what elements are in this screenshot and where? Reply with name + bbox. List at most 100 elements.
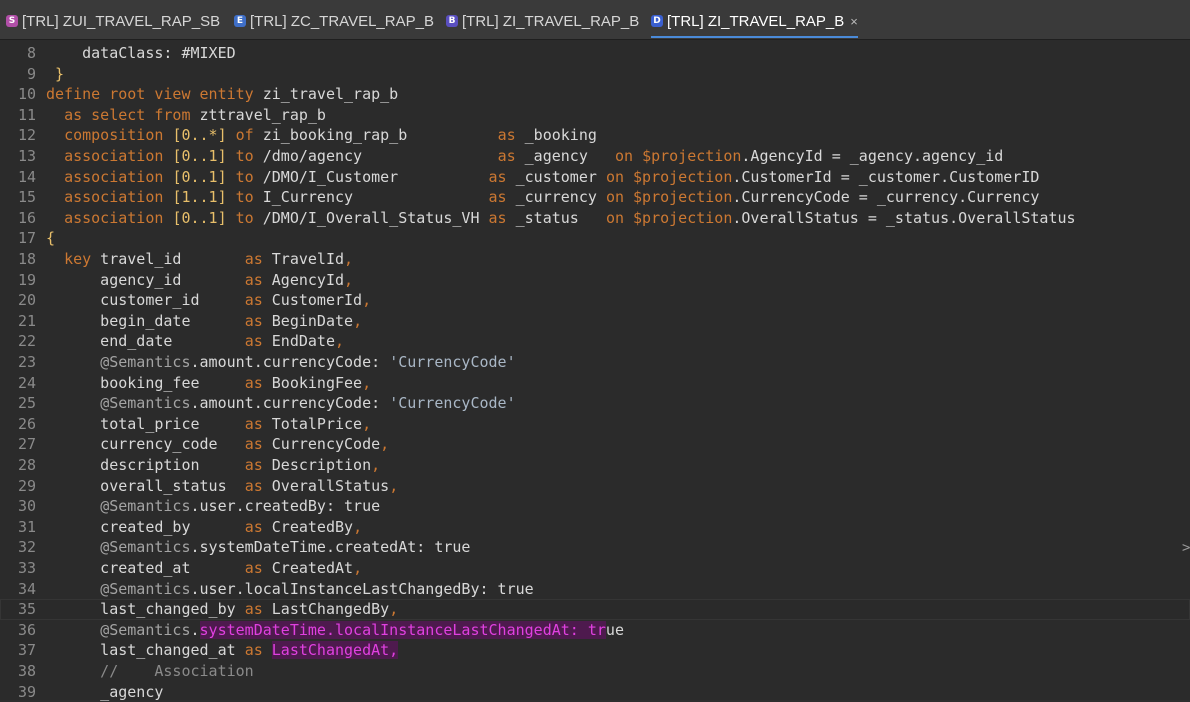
- cds-object-icon: B: [446, 15, 458, 27]
- code-text[interactable]: key travel_id as TravelId,: [46, 249, 353, 270]
- line-number: 28: [17, 456, 36, 474]
- line-number: 29: [17, 476, 36, 495]
- code-line[interactable]: 9 }: [0, 64, 1190, 85]
- editor-tab-1[interactable]: S [TRL] ZUI_TRAVEL_RAP_SB: [6, 6, 220, 36]
- code-text[interactable]: created_at as CreatedAt,: [46, 558, 362, 579]
- line-number: 16: [17, 208, 36, 227]
- code-text[interactable]: begin_date as BeginDate,: [46, 311, 362, 332]
- code-text[interactable]: last_changed_at as LastChangedAt,: [46, 640, 399, 661]
- line-number: 8: [26, 44, 36, 62]
- code-line[interactable]: 16 association [0..1] to /DMO/I_Overall_…: [0, 208, 1190, 229]
- editor-tab-2[interactable]: E [TRL] ZC_TRAVEL_RAP_B: [234, 6, 434, 36]
- code-line[interactable]: 14 association [0..1] to /DMO/I_Customer…: [0, 167, 1190, 188]
- code-text[interactable]: description as Description,: [46, 455, 380, 476]
- code-line[interactable]: 13 association [0..1] to /dmo/agency as …: [0, 146, 1190, 167]
- code-text[interactable]: booking_fee as BookingFee,: [46, 373, 371, 394]
- code-text[interactable]: @Semantics.systemDateTime.localInstanceL…: [46, 620, 624, 641]
- code-line[interactable]: 24 booking_fee as BookingFee,: [0, 373, 1190, 394]
- line-number: 20: [17, 291, 36, 310]
- line-number: 37: [17, 641, 36, 660]
- line-number: 21: [17, 311, 36, 330]
- code-text[interactable]: currency_code as CurrencyCode,: [46, 434, 389, 455]
- code-line[interactable]: 37 last_changed_at as LastChangedAt,: [0, 640, 1190, 661]
- code-line[interactable]: 23 @Semantics.amount.currencyCode: 'Curr…: [0, 352, 1190, 373]
- code-text[interactable]: overall_status as OverallStatus,: [46, 476, 398, 497]
- line-number: 38: [17, 662, 36, 680]
- code-text[interactable]: end_date as EndDate,: [46, 331, 344, 352]
- code-line[interactable]: 33 created_at as CreatedAt,: [0, 558, 1190, 579]
- code-line[interactable]: 27 currency_code as CurrencyCode,: [0, 434, 1190, 455]
- code-text[interactable]: customer_id as CustomerId,: [46, 290, 371, 311]
- code-line[interactable]: 12 composition [0..*] of zi_booking_rap_…: [0, 125, 1190, 146]
- code-text[interactable]: // Association: [46, 661, 254, 682]
- line-number: 23: [17, 353, 36, 371]
- tab-label: [TRL] ZUI_TRAVEL_RAP_SB: [22, 12, 221, 30]
- editor-tab-4[interactable]: D [TRL] ZI_TRAVEL_RAP_B ×: [651, 6, 858, 38]
- line-number: 19: [17, 270, 36, 289]
- code-line[interactable]: 29 overall_status as OverallStatus,: [0, 476, 1190, 497]
- code-line[interactable]: 21 begin_date as BeginDate,: [0, 311, 1190, 332]
- code-text[interactable]: @Semantics.user.localInstanceLastChanged…: [46, 579, 533, 600]
- code-text[interactable]: _agency: [46, 682, 163, 702]
- code-line[interactable]: 19 agency_id as AgencyId,: [0, 270, 1190, 291]
- code-line[interactable]: 26 total_price as TotalPrice,: [0, 414, 1190, 435]
- code-editor[interactable]: 8 dataClass: #MIXED 9 } 10 define root view…: [0, 40, 1190, 702]
- code-line[interactable]: 30 @Semantics.user.createdBy: true: [0, 496, 1190, 517]
- code-line[interactable]: 11 as select from zttravel_rap_b: [0, 105, 1190, 126]
- code-line[interactable]: 32 @Semantics.systemDateTime.createdAt: …: [0, 537, 1190, 558]
- line-number: 33: [17, 559, 36, 577]
- code-text[interactable]: @Semantics.amount.currencyCode: 'Currenc…: [46, 352, 515, 373]
- code-line[interactable]: 28 description as Description,: [0, 455, 1190, 476]
- code-line[interactable]: 10 define root view entity zi_travel_rap_…: [0, 84, 1190, 105]
- line-number: 26: [17, 414, 36, 433]
- code-line[interactable]: 18 key travel_id as TravelId,: [0, 249, 1190, 270]
- code-text[interactable]: association [1..1] to I_Currency as _cur…: [46, 187, 1039, 208]
- code-line[interactable]: 20 customer_id as CustomerId,: [0, 290, 1190, 311]
- code-line[interactable]: 15 association [1..1] to I_Currency as _…: [0, 187, 1190, 208]
- line-number: 36: [17, 620, 36, 639]
- line-number: 24: [17, 373, 36, 392]
- code-text[interactable]: @Semantics.amount.currencyCode: 'Currenc…: [46, 393, 515, 414]
- code-text[interactable]: define root view entity zi_travel_rap_b: [46, 84, 398, 105]
- code-text[interactable]: composition [0..*] of zi_booking_rap_b a…: [46, 125, 597, 146]
- code-text[interactable]: association [0..1] to /DMO/I_Overall_Sta…: [46, 208, 1075, 229]
- code-text[interactable]: dataClass: #MIXED: [46, 43, 236, 64]
- code-text[interactable]: @Semantics.systemDateTime.createdAt: tru…: [46, 537, 470, 558]
- code-line[interactable]: 31 created_by as CreatedBy,: [0, 517, 1190, 538]
- close-tab-icon[interactable]: ×: [850, 14, 858, 29]
- line-number: 25: [17, 394, 36, 413]
- code-text[interactable]: association [0..1] to /dmo/agency as _ag…: [46, 146, 1003, 167]
- code-text[interactable]: {: [46, 228, 55, 249]
- code-line[interactable]: 22 end_date as EndDate,: [0, 331, 1190, 352]
- tab-label: [TRL] ZI_TRAVEL_RAP_B: [667, 12, 845, 30]
- line-number: 14: [17, 167, 36, 186]
- code-line[interactable]: 34 @Semantics.user.localInstanceLastChan…: [0, 579, 1190, 600]
- code-text[interactable]: }: [46, 64, 64, 85]
- code-text[interactable]: @Semantics.user.createdBy: true: [46, 496, 380, 517]
- code-line[interactable]: 38 // Association: [0, 661, 1190, 682]
- code-line[interactable]: 35 last_changed_by as LastChangedBy,: [0, 599, 1190, 620]
- cds-object-icon: D: [651, 15, 663, 27]
- code-text[interactable]: association [0..1] to /DMO/I_Customer as…: [46, 167, 1039, 188]
- tab-label: [TRL] ZC_TRAVEL_RAP_B: [250, 12, 434, 30]
- code-text[interactable]: as select from zttravel_rap_b: [46, 105, 326, 126]
- code-line[interactable]: 17 {: [0, 228, 1190, 249]
- line-number: 17: [17, 229, 36, 248]
- cds-object-icon: S: [6, 15, 18, 27]
- code-text[interactable]: last_changed_by as LastChangedBy,: [46, 599, 398, 620]
- line-number: 15: [17, 188, 36, 207]
- scroll-indicator-icon: >: [1182, 540, 1190, 556]
- editor-tab-bar: S [TRL] ZUI_TRAVEL_RAP_SB E [TRL] ZC_TRAVEL…: [0, 0, 1190, 40]
- tab-label: [TRL] ZI_TRAVEL_RAP_B: [462, 12, 640, 30]
- code-text[interactable]: agency_id as AgencyId,: [46, 270, 353, 291]
- code-line[interactable]: 39 _agency: [0, 682, 1190, 702]
- line-number: 9: [26, 64, 36, 83]
- code-text[interactable]: total_price as TotalPrice,: [46, 414, 371, 435]
- code-text[interactable]: created_by as CreatedBy,: [46, 517, 362, 538]
- editor-tab-3[interactable]: B [TRL] ZI_TRAVEL_RAP_B: [446, 6, 639, 36]
- line-number: 27: [17, 435, 36, 454]
- code-line[interactable]: 36 @Semantics.systemDateTime.localInstan…: [0, 620, 1190, 641]
- code-line[interactable]: 8 dataClass: #MIXED: [0, 43, 1190, 64]
- line-number: 18: [17, 250, 36, 268]
- code-line[interactable]: 25 @Semantics.amount.currencyCode: 'Curr…: [0, 393, 1190, 414]
